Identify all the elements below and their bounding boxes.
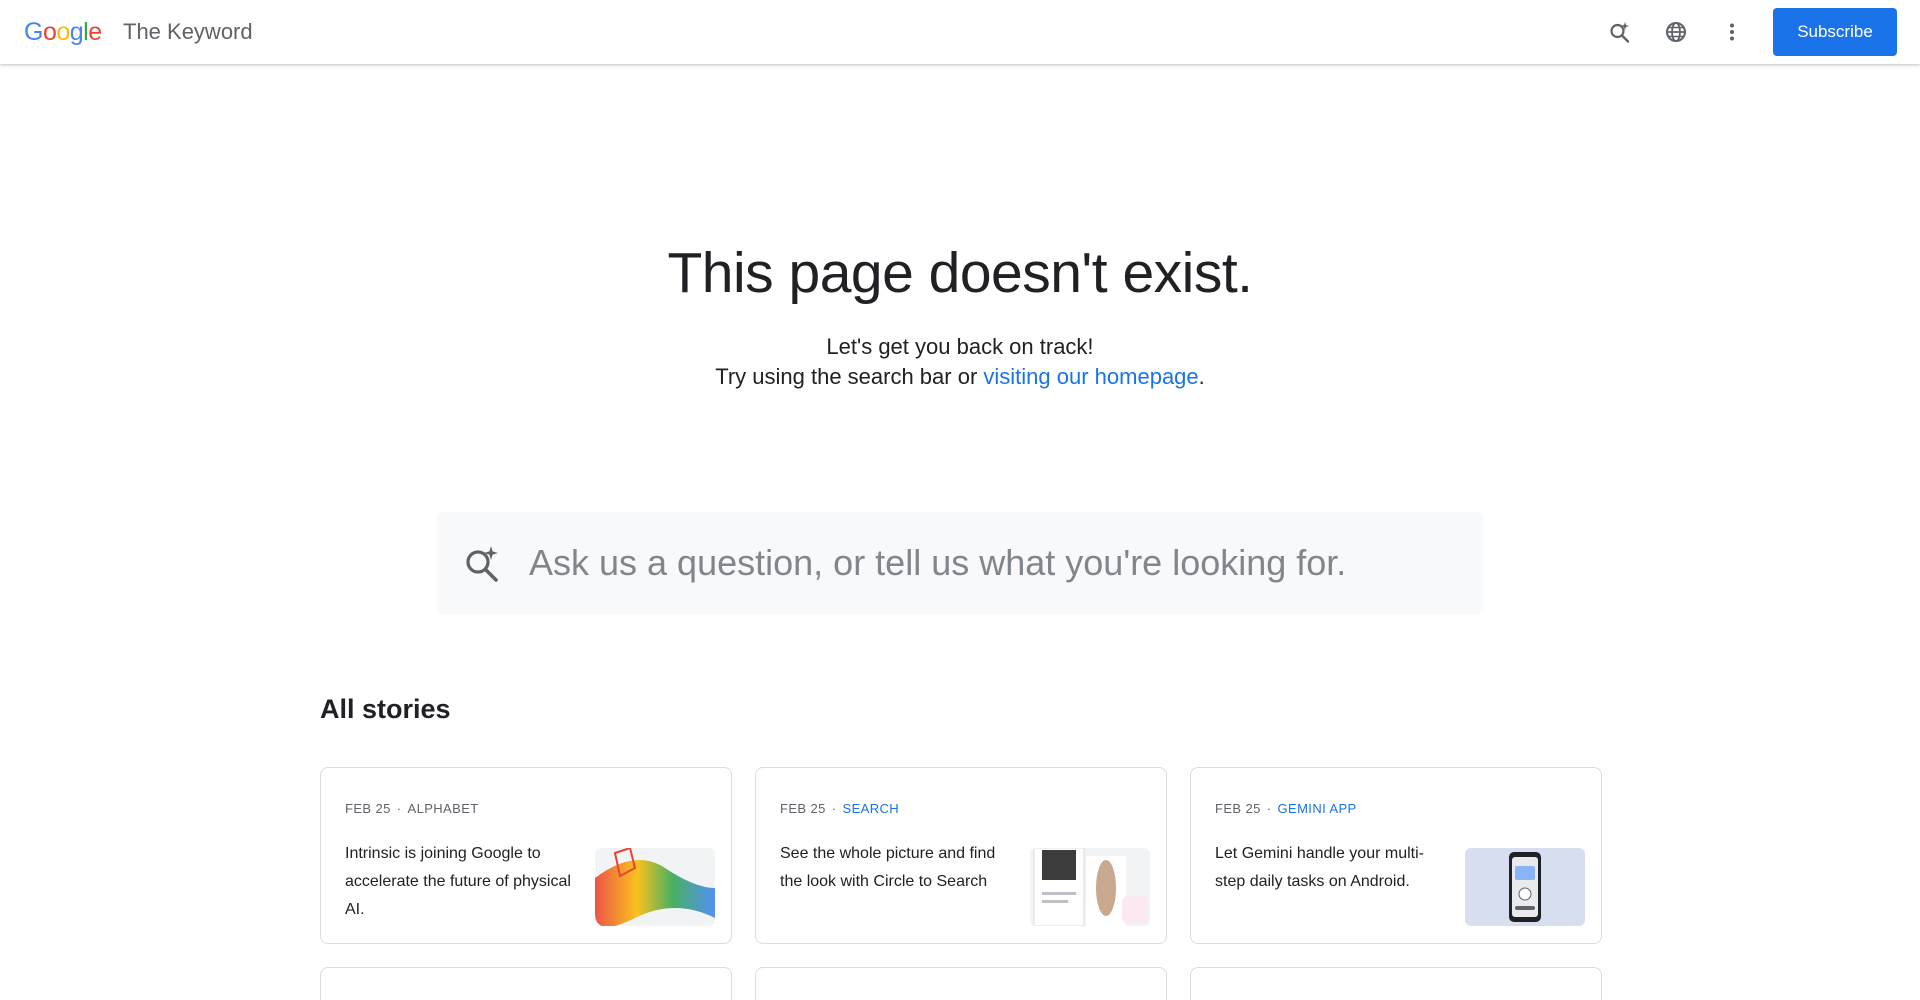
story-card[interactable]: FEB 25 · SEARCH See the whole picture and … [755,767,1167,944]
story-thumbnail [1030,848,1150,926]
google-logo[interactable]: Google [24,18,102,47]
story-category[interactable]: SEARCH [843,801,900,816]
story-headline[interactable]: Intrinsic is joining Google to accelerat… [345,840,575,924]
story-headline[interactable]: Let Gemini handle your multi-step daily … [1215,840,1445,896]
search-input[interactable] [529,534,1449,592]
stories-heading: All stories [320,694,451,724]
site-title[interactable]: The Keyword [123,19,253,45]
hero-line-2-prefix: Try using the search bar or [715,364,984,389]
page-title: This page doesn't exist. [667,241,1253,305]
story-thumbnail [1465,848,1585,926]
logo-letter: o [42,18,57,46]
story-card[interactable] [755,967,1167,1000]
ai-search-icon [463,544,503,584]
hero-subtitle: Let's get you back on track! Try using t… [0,332,1920,392]
story-meta: FEB 25 · ALPHABET [345,801,479,816]
story-date: FEB 25 [780,801,826,816]
hero-line-2-suffix: . [1198,364,1205,389]
story-category[interactable]: GEMINI APP [1278,801,1357,816]
story-thumbnail [595,848,715,926]
globe-icon[interactable] [1660,16,1692,48]
meta-separator: · [396,801,402,816]
top-header: Google The Keyword Subscribe [0,0,1920,64]
story-date: FEB 25 [1215,801,1261,816]
meta-separator: · [831,801,837,816]
logo-letter: G [24,18,43,46]
story-date: FEB 25 [345,801,391,816]
story-headline[interactable]: See the whole picture and find the look … [780,840,1010,896]
logo-letter: g [69,18,84,46]
story-card[interactable] [1190,967,1602,1000]
subscribe-button[interactable]: Subscribe [1773,8,1897,56]
ai-search-icon[interactable] [1604,16,1636,48]
logo-letter: e [88,18,102,46]
hero-line-1: Let's get you back on track! [826,334,1094,359]
hero-line-2: Try using the search bar or visiting our… [0,362,1920,392]
more-vert-icon[interactable] [1716,16,1748,48]
meta-separator: · [1266,801,1272,816]
story-meta: FEB 25 · GEMINI APP [1215,801,1357,816]
logo-letter: o [56,18,70,46]
story-meta: FEB 25 · SEARCH [780,801,899,816]
story-card[interactable]: FEB 25 · ALPHABET Intrinsic is joining Goo… [320,767,732,944]
story-category: ALPHABET [407,801,479,816]
story-card[interactable] [320,967,732,1000]
homepage-link[interactable]: visiting our homepage [983,364,1198,389]
story-card[interactable]: FEB 25 · GEMINI APP Let Gemini handle your… [1190,767,1602,944]
search-bar[interactable] [437,512,1483,614]
